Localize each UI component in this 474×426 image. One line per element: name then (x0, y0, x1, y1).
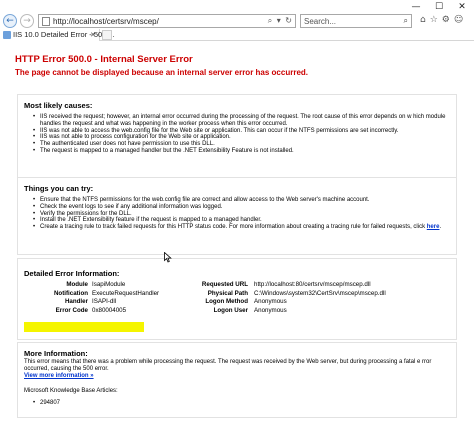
view-more-link[interactable]: View more information » (24, 373, 94, 379)
list-item: The request is mapped to a managed handl… (33, 148, 450, 155)
list-item: Verify the permissions for the DLL. (33, 211, 450, 218)
logon-method-label: Logon Method (205, 298, 248, 306)
try-section: Things you can try: Ensure that the NTFS… (17, 177, 457, 255)
handler-value: ISAPI-dll (92, 298, 117, 306)
close-window-button[interactable]: ✕ (451, 1, 473, 13)
tab-close-icon[interactable]: ✕ (90, 29, 96, 41)
table-row: Handler ISAPI-dll Logon Method Anonymous (24, 298, 454, 307)
list-item: Create a tracing rule to track failed re… (33, 224, 450, 231)
address-bar[interactable]: ⌕ ▾ ↻ (38, 14, 296, 28)
physical-path-value: C:\Windows\system32\CertSrv\mscep\mscep.… (254, 289, 386, 297)
list-item: IIS was not able to access the web.confi… (33, 128, 450, 135)
notification-label: Notification (53, 289, 88, 297)
list-item: The authenticated user does not have per… (33, 141, 450, 148)
list-item: IIS received the request; however, an in… (33, 114, 450, 128)
more-info-section: More Information: This error means that … (17, 342, 457, 418)
physical-path-label: Physical Path (207, 289, 248, 297)
navigation-bar: ← → ⌕ ▾ ↻ ⌕ ⌂☆⚙☺ (0, 13, 474, 29)
page-icon (42, 17, 50, 26)
detail-section: Detailed Error Information: Module Isapi… (17, 258, 457, 340)
kb-list: 294807 (33, 400, 60, 406)
more-info-text: This error means that there was a proble… (24, 359, 432, 372)
error-title: HTTP Error 500.0 - Internal Server Error (15, 54, 193, 65)
forward-button[interactable]: → (20, 14, 34, 28)
window-titlebar: — ☐ ✕ (0, 0, 474, 14)
search-icon[interactable]: ⌕ (404, 16, 408, 26)
requested-url-label: Requested URL (201, 281, 248, 288)
table-row: Error Code 0x80004005 Logon User Anonymo… (24, 307, 454, 316)
module-value: IsapiModule (92, 281, 126, 288)
mouse-cursor-icon (164, 252, 172, 263)
list-item: Check the event logs to see if any addit… (33, 204, 450, 211)
new-tab-button[interactable] (102, 30, 112, 40)
back-button[interactable]: ← (3, 14, 17, 28)
detail-table: Module IsapiModule Requested URL http://… (24, 279, 454, 332)
causes-list: IIS received the request; however, an in… (33, 114, 450, 155)
list-item: 294807 (33, 400, 60, 406)
list-item: Ensure that the NTFS permissions for the… (33, 197, 450, 204)
address-input[interactable] (53, 15, 233, 27)
error-code-value: 0x80004005 (92, 307, 127, 315)
favicon-icon (3, 31, 11, 39)
kb-label: Microsoft Knowledge Base Articles: (24, 388, 118, 394)
logon-user-label: Logon User (213, 307, 248, 315)
address-tools-icon[interactable]: ⌕ ▾ ↻ (268, 15, 293, 27)
error-subtitle: The page cannot be displayed because an … (15, 68, 308, 77)
page-content: HTTP Error 500.0 - Internal Server Error… (0, 42, 474, 426)
logon-user-value: Anonymous (254, 307, 287, 315)
detail-heading: Detailed Error Information: (24, 269, 120, 278)
error-code-highlight (24, 322, 144, 332)
more-info-heading: More Information: (24, 349, 88, 358)
here-link[interactable]: here (427, 224, 440, 230)
notification-value: ExecuteRequestHandler (92, 289, 160, 297)
table-row: Notification ExecuteRequestHandler Physi… (24, 290, 454, 299)
try-list: Ensure that the NTFS permissions for the… (33, 197, 450, 231)
error-code-label: Error Code (55, 307, 88, 315)
toolbar-icons[interactable]: ⌂☆⚙☺ (420, 15, 467, 25)
search-input[interactable] (304, 15, 394, 27)
table-row: Module IsapiModule Requested URL http://… (24, 281, 454, 290)
causes-heading: Most likely causes: (24, 101, 93, 110)
handler-label: Handler (64, 298, 88, 306)
period-text: . (439, 224, 442, 231)
tracing-rule-text: Create a tracing rule to track failed re… (40, 224, 426, 231)
tab-title: IIS 10.0 Detailed Error - 500.... (13, 30, 115, 39)
maximize-button[interactable]: ☐ (428, 1, 450, 13)
list-item: IIS was not able to process configuratio… (33, 134, 450, 141)
search-box[interactable]: ⌕ (300, 14, 412, 28)
requested-url-value: http://localhost:80/certsrv/mscep/mscep.… (254, 281, 371, 288)
tab-error-page[interactable]: IIS 10.0 Detailed Error - 500.... ✕ (0, 29, 115, 41)
try-heading: Things you can try: (24, 184, 94, 193)
module-label: Module (66, 281, 88, 288)
list-item: Install the .NET Extensibility feature i… (33, 217, 450, 224)
tab-bar: IIS 10.0 Detailed Error - 500.... ✕ (0, 29, 474, 41)
causes-section: Most likely causes: IIS received the req… (17, 94, 457, 184)
logon-method-value: Anonymous (254, 298, 287, 306)
minimize-button[interactable]: — (405, 1, 427, 13)
